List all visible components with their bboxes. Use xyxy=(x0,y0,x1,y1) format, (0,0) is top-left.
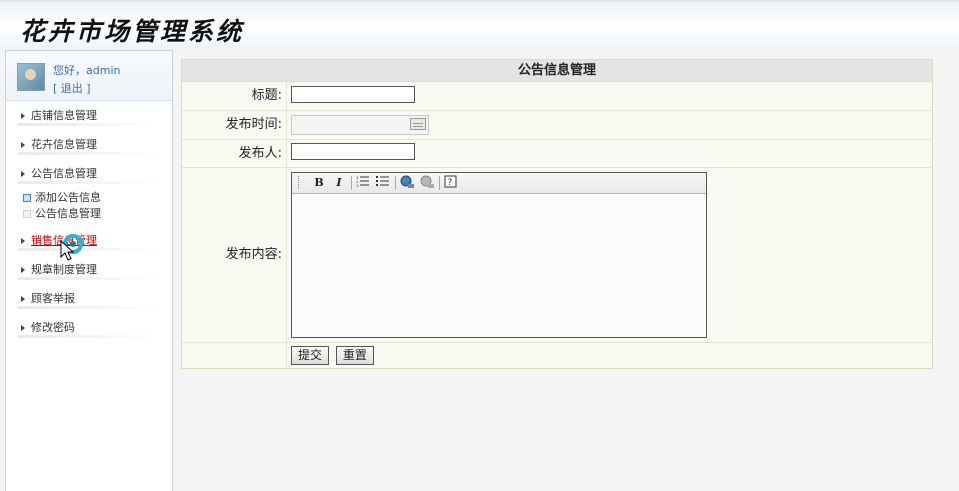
svg-text:?: ? xyxy=(448,178,453,188)
publisher-input[interactable] xyxy=(291,143,415,160)
sidebar-item-regulations[interactable]: 规章制度管理 xyxy=(6,255,172,284)
submit-button[interactable]: 提交 xyxy=(291,346,330,365)
buttons-row-label xyxy=(182,343,287,368)
app-logo-title: 花卉市场管理系统 xyxy=(20,17,245,46)
bold-icon[interactable]: B xyxy=(311,175,327,191)
logout-link[interactable]: [ 退出 ] xyxy=(53,80,91,96)
sidebar-item-notice-info[interactable]: 公告信息管理 xyxy=(6,159,172,188)
editor-toolbar: B I 123 ? xyxy=(292,173,706,194)
globe-link-icon[interactable] xyxy=(399,175,415,191)
sidebar-menu: 店铺信息管理 花卉信息管理 公告信息管理 添加公告信息 公告信息管理 销售信息管… xyxy=(6,101,172,342)
toolbar-separator xyxy=(351,176,352,190)
content-label: 发布内容: xyxy=(182,168,287,342)
rich-text-editor: B I 123 ? xyxy=(291,172,707,338)
calendar-icon[interactable] xyxy=(410,118,426,130)
italic-icon[interactable]: I xyxy=(331,175,347,191)
user-greeting: 您好，admin xyxy=(53,64,121,77)
submenu-add-notice[interactable]: 添加公告信息 xyxy=(6,190,172,206)
form-title: 公告信息管理 xyxy=(182,60,932,82)
publish-time-cell xyxy=(287,111,932,139)
submenu-label: 添加公告信息 xyxy=(35,191,101,204)
title-input[interactable] xyxy=(291,86,415,103)
toolbar-grip-icon xyxy=(298,176,302,189)
unlink-icon[interactable] xyxy=(419,175,435,191)
content-row: 发布内容: B I 123 ? xyxy=(182,168,932,343)
sidebar-item-shop-info[interactable]: 店铺信息管理 xyxy=(6,101,172,130)
publish-time-row: 发布时间: xyxy=(182,111,932,140)
publisher-row: 发布人: xyxy=(182,140,932,168)
ordered-list-icon[interactable]: 123 xyxy=(355,175,371,191)
buttons-row: 提交 重置 xyxy=(182,343,932,368)
submenu-label: 公告信息管理 xyxy=(35,207,101,220)
notice-form-panel: 公告信息管理 标题: 发布时间: 发布人: 发布内容: B I 1 2 3 ? … xyxy=(181,59,933,369)
publisher-label: 发布人: xyxy=(182,140,287,167)
sidebar-item-customer-report[interactable]: 顾客举报 xyxy=(6,284,172,313)
title-row: 标题: xyxy=(182,82,932,111)
publish-time-input[interactable] xyxy=(291,115,429,135)
sidebar-item-change-password[interactable]: 修改密码 xyxy=(6,313,172,342)
unordered-list-icon[interactable] xyxy=(375,175,391,191)
submenu-manage-notice[interactable]: 公告信息管理 xyxy=(6,206,172,222)
app-header: 花卉市场管理系统 xyxy=(0,0,959,48)
title-field-cell xyxy=(287,82,932,110)
square-bullet-icon xyxy=(23,194,31,202)
editor-content-area[interactable] xyxy=(292,194,706,337)
avatar xyxy=(17,63,45,91)
user-panel: 您好，admin [ 退出 ] xyxy=(6,51,172,101)
sidebar-item-sales-info[interactable]: 销售信息管理 xyxy=(6,226,172,255)
toolbar-separator xyxy=(395,176,396,190)
reset-button[interactable]: 重置 xyxy=(335,346,374,365)
help-icon[interactable]: ? xyxy=(443,175,459,191)
svg-text:3: 3 xyxy=(356,183,359,187)
publish-time-label: 发布时间: xyxy=(182,111,287,139)
buttons-cell: 提交 重置 xyxy=(287,343,932,368)
content-cell: B I 123 ? xyxy=(287,168,932,342)
publisher-cell xyxy=(287,140,932,167)
toolbar-separator xyxy=(439,176,440,190)
sidebar: 您好，admin [ 退出 ] 店铺信息管理 花卉信息管理 公告信息管理 添加公… xyxy=(5,50,173,491)
notice-submenu: 添加公告信息 公告信息管理 xyxy=(6,188,172,226)
square-bullet-icon xyxy=(23,210,31,218)
sidebar-item-flower-info[interactable]: 花卉信息管理 xyxy=(6,130,172,159)
title-label: 标题: xyxy=(182,82,287,110)
